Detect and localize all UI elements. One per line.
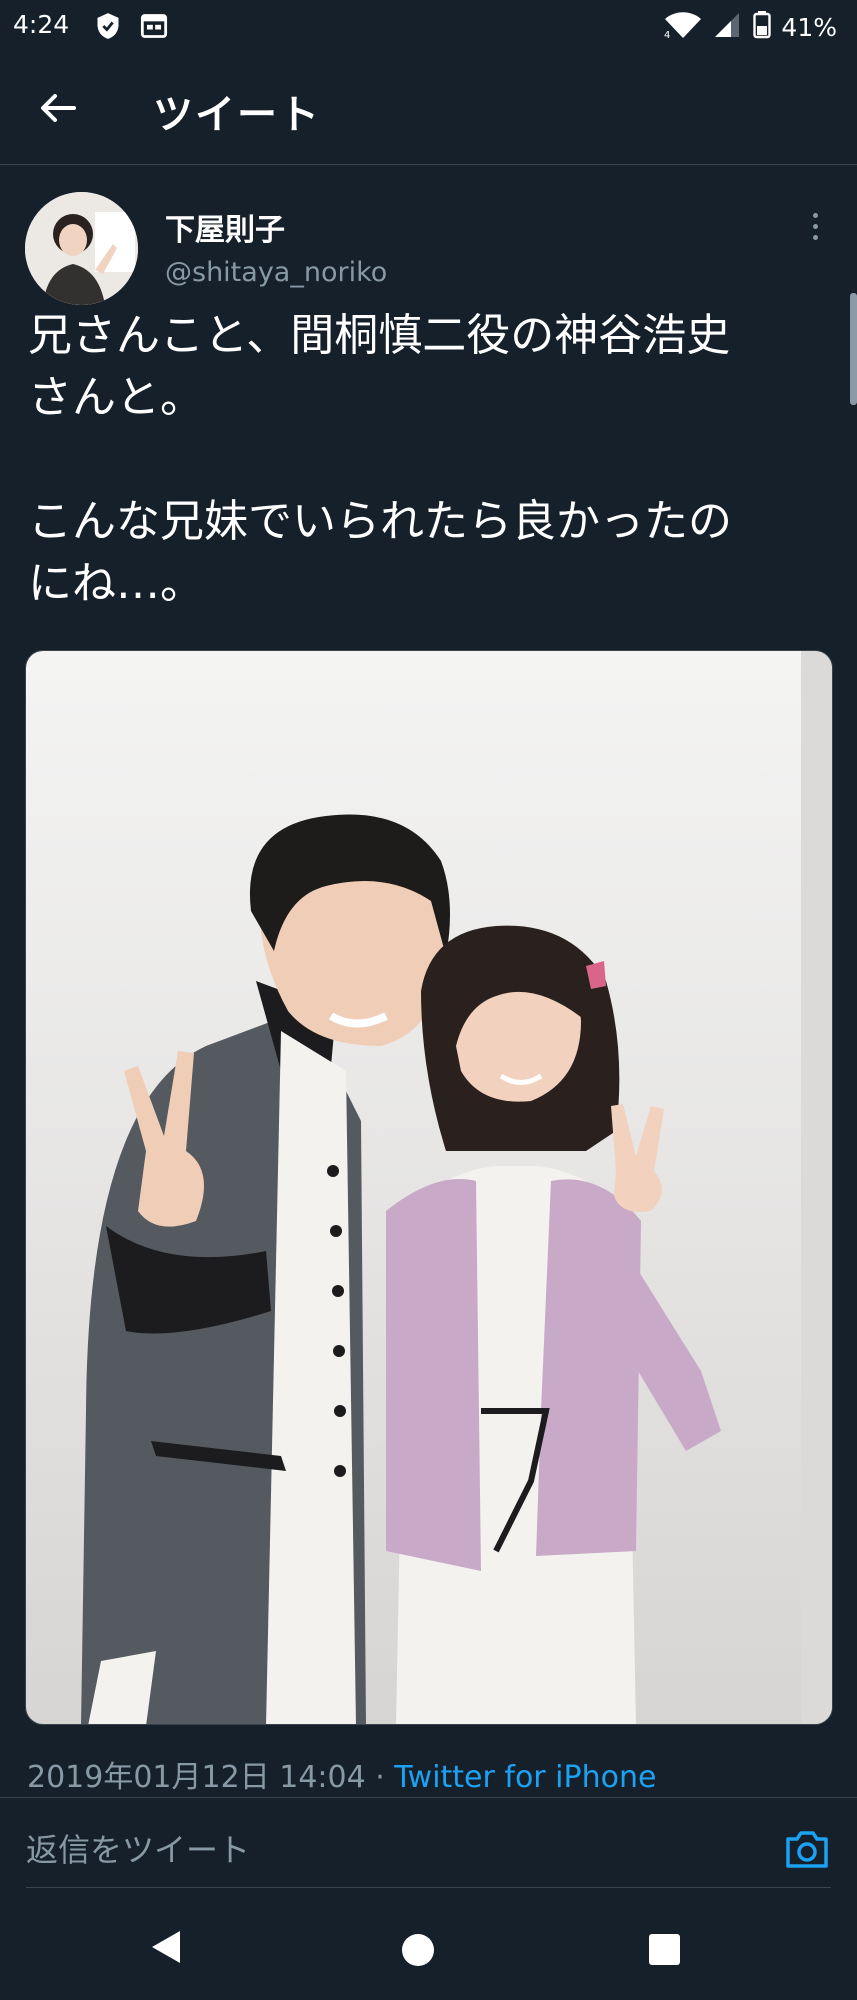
status-right-group: 4 41% [663,10,837,44]
battery-percent: 41% [781,12,837,42]
back-button[interactable] [30,80,86,136]
more-vertical-icon[interactable] [800,206,830,246]
shield-icon [94,12,122,44]
recent-square-icon[interactable] [649,1934,680,1965]
status-time: 4:24 [13,10,70,39]
app-header: ツイート [0,52,857,165]
signal-icon [713,11,743,43]
author-name[interactable]: 下屋則子 [165,205,285,249]
tweet-detail-screen: 4:24 4 41% ツイート 下屋則子 @shitaya_noriko 兄さん… [0,0,857,2000]
reply-input[interactable]: 返信をツイート [26,1825,250,1871]
svg-text:4: 4 [664,30,670,40]
battery-icon [753,11,772,43]
tweet-text: 兄さんこと、間桐慎二役の神谷浩史 さんと。 こんな兄妹でいられたら良かったの に… [28,310,732,609]
avatar[interactable] [25,192,138,305]
tweet-meta: 2019年01月12日 14:04 · Twitter for iPhone [27,1752,656,1796]
page-title: ツイート [153,92,321,138]
wifi-icon: 4 [663,10,703,44]
divider [0,1797,857,1798]
tweet-timestamp: 2019年01月12日 14:04 · [27,1760,395,1795]
author-handle[interactable]: @shitaya_noriko [165,257,387,288]
back-triangle-icon[interactable] [150,1930,182,1968]
status-bar: 4:24 4 41% [0,0,857,52]
camera-icon[interactable] [782,1824,832,1874]
tweet-source-link[interactable]: Twitter for iPhone [394,1760,656,1795]
arrow-left-icon [41,94,76,122]
home-circle-icon[interactable] [402,1934,434,1966]
tweet-photo[interactable] [25,650,833,1725]
scrollbar[interactable] [850,293,857,405]
divider [26,1887,831,1888]
calendar-icon [140,12,168,44]
